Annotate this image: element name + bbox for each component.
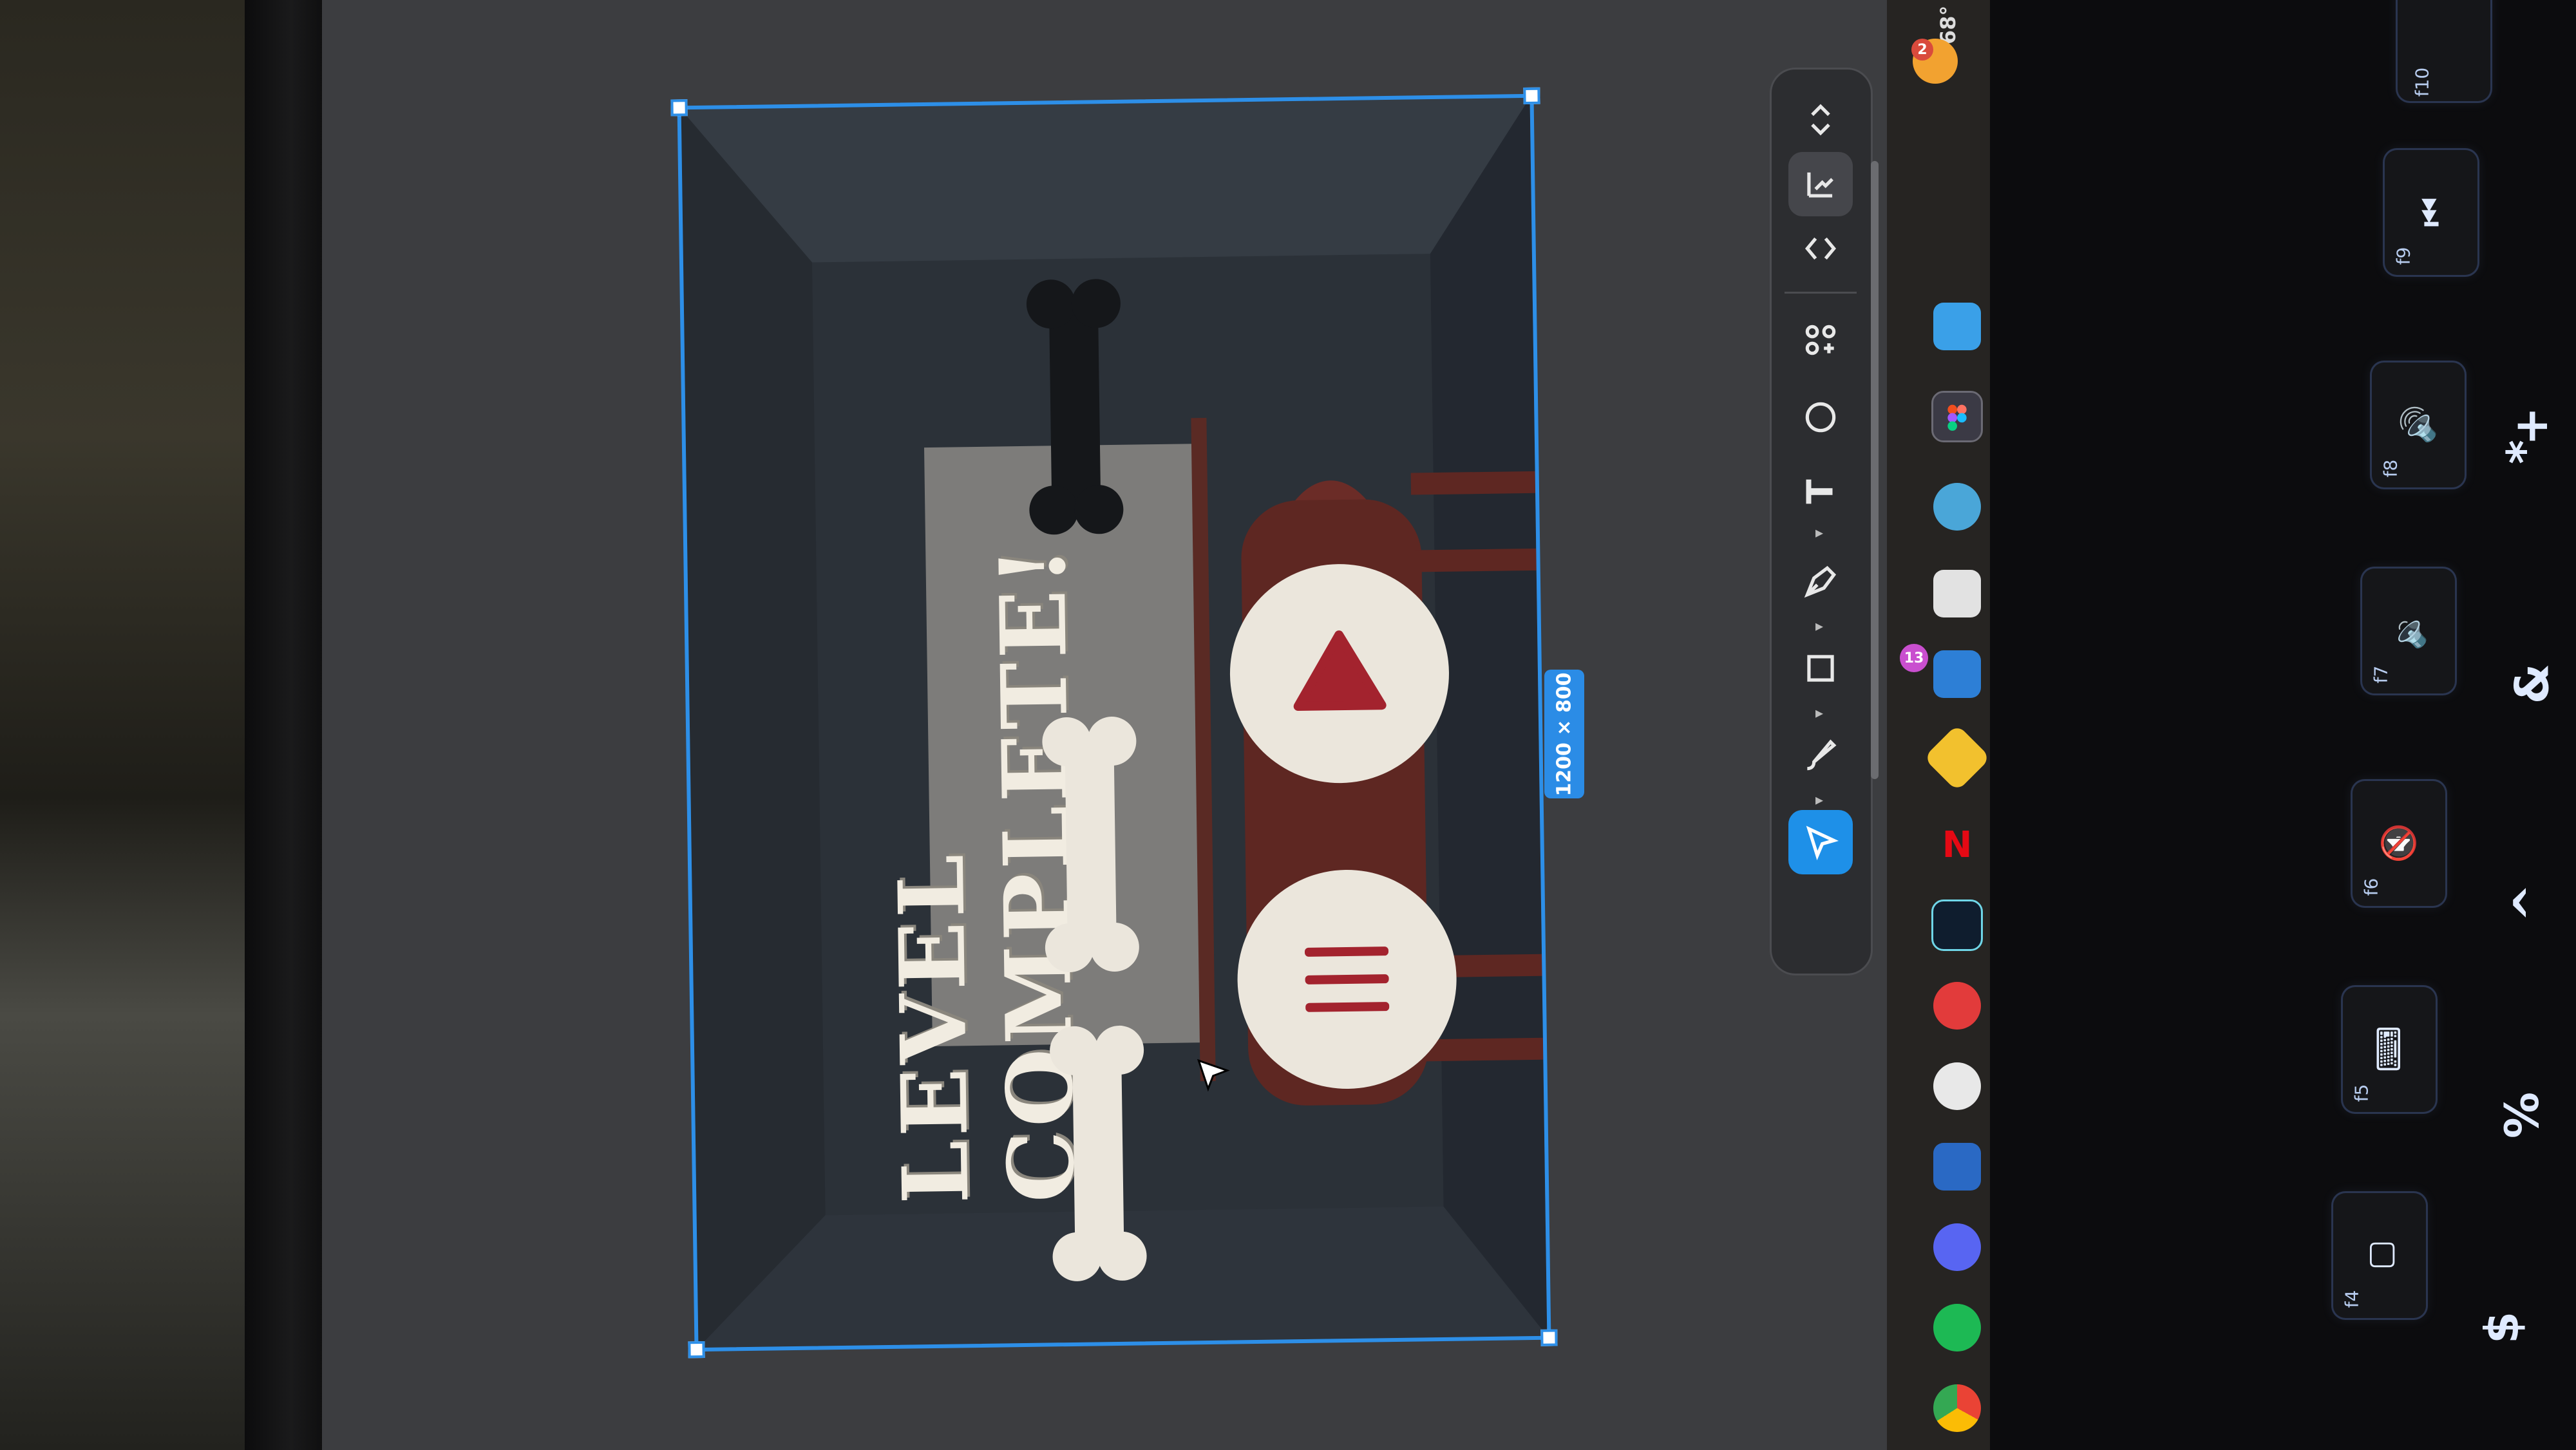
collapse-tool[interactable] [1788, 88, 1853, 152]
key-f6[interactable]: 🔇 f6 [2351, 779, 2447, 908]
netflix-icon[interactable]: N [1933, 821, 1981, 869]
photo-app-icon[interactable] [1933, 1143, 1981, 1191]
monitor-bezel [245, 0, 322, 1450]
chat-app-icon[interactable] [1933, 1062, 1981, 1110]
keyboard-area [1990, 0, 2576, 1450]
brush-tool[interactable] [1788, 723, 1853, 787]
frame-size-badge: 1200 × 800 [1544, 670, 1584, 798]
mail-icon[interactable] [1933, 650, 1981, 698]
resize-handle-bl[interactable] [688, 1341, 705, 1359]
figma-icon[interactable] [1931, 391, 1983, 442]
chevrons-icon [1811, 104, 1830, 136]
dev-mode-tool[interactable] [1788, 216, 1853, 281]
inspect-icon [1807, 172, 1833, 198]
discord-icon[interactable] [1933, 1223, 1981, 1271]
opera-icon[interactable] [1933, 982, 1981, 1030]
rectangle-tool[interactable] [1788, 636, 1853, 701]
text-tool[interactable]: T [1788, 459, 1853, 523]
weather-badge: 2 [1911, 39, 1933, 61]
godot-icon[interactable] [1933, 483, 1981, 531]
key-percent-label: % [2495, 1091, 2550, 1139]
shape-tool-caret[interactable]: ▸ [1815, 617, 1823, 635]
weather-widget[interactable]: 68° [1916, 0, 1980, 44]
key-f7[interactable]: 🔉 f7 [2360, 567, 2457, 695]
room-background [0, 0, 245, 1450]
key-f9[interactable]: ⏮ f9 [2383, 148, 2479, 277]
cursor-arrow-icon [1806, 825, 1839, 861]
move-tool[interactable] [1788, 810, 1853, 874]
text-tool-label: T [1799, 478, 1842, 504]
resize-handle-tl[interactable] [670, 99, 688, 117]
rectangle-icon [1807, 655, 1834, 682]
weather-temp: 68° [1936, 5, 1960, 44]
key-f10[interactable]: f10 [2396, 0, 2492, 103]
notepad-icon[interactable] [1933, 303, 1981, 350]
key-f8[interactable]: 🔊 f8 [2370, 361, 2467, 489]
key-f5[interactable]: ⌨ f5 [2341, 985, 2438, 1114]
frame-selection-outline[interactable] [670, 87, 1558, 1359]
ellipse-icon [1805, 402, 1836, 433]
key-ampersand-label: & [2505, 663, 2559, 704]
spotify-icon[interactable] [1933, 1304, 1981, 1351]
components-tool[interactable] [1788, 308, 1853, 372]
resize-handle-br[interactable] [1540, 1329, 1558, 1346]
frame-tool-caret[interactable]: ▸ [1815, 704, 1823, 722]
ellipse-tool[interactable] [1788, 385, 1853, 449]
design-app-icon[interactable] [1931, 899, 1983, 951]
pen-tool-caret[interactable]: ▸ [1815, 523, 1823, 541]
key-caret-label: ^ [2504, 883, 2559, 923]
pen-icon [1804, 565, 1837, 598]
move-tool-caret[interactable]: ▸ [1815, 791, 1823, 809]
frame-size-label: 1200 × 800 [1553, 672, 1576, 796]
chrome-icon[interactable] [1933, 1384, 1981, 1432]
resize-handle-tr[interactable] [1523, 87, 1540, 105]
key-f4[interactable]: ▢ f4 [2331, 1191, 2428, 1320]
vertical-scrollbar[interactable] [1871, 161, 1879, 779]
key-dollar-label: $ [2475, 1311, 2530, 1344]
mail-badge: 13 [1900, 644, 1928, 672]
components-icon [1805, 325, 1836, 355]
design-toolbar: T ▸ ▸ ▸ ▸ [1770, 68, 1873, 975]
brush-icon [1807, 739, 1837, 771]
image-editor-icon[interactable] [1933, 570, 1981, 617]
pen-tool[interactable] [1788, 549, 1853, 614]
key-asterisk-label: * [2496, 440, 2551, 464]
inspect-tool[interactable] [1788, 152, 1853, 216]
brackets-icon [1804, 237, 1837, 260]
